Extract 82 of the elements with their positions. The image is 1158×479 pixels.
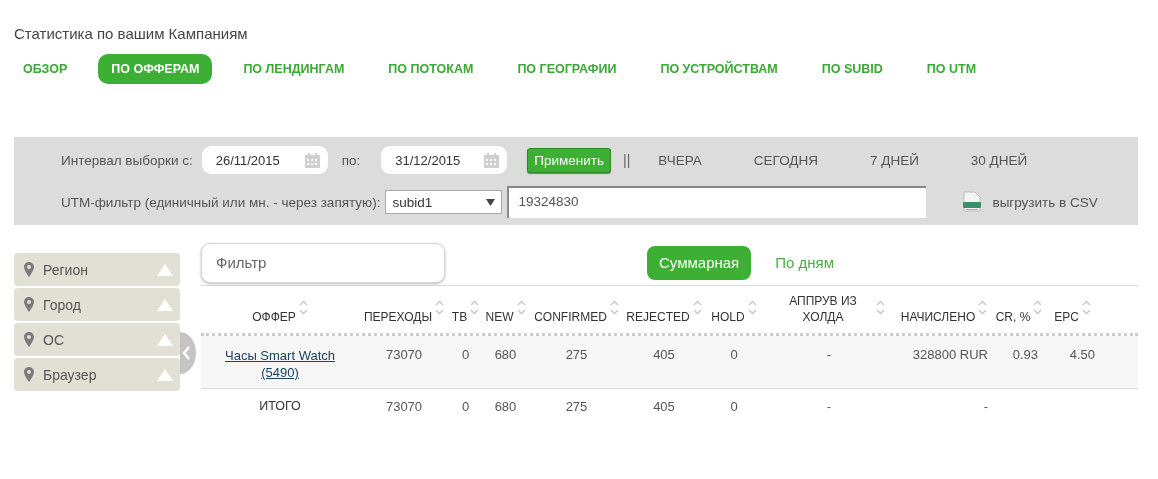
date-from-field[interactable]: 26/11/2015	[201, 146, 328, 174]
filter-field[interactable]: Фильтр	[201, 242, 445, 283]
sort-icon[interactable]	[516, 300, 526, 315]
sort-icon[interactable]	[470, 300, 480, 315]
sidebar-item[interactable]: Город	[14, 288, 180, 321]
pin-icon	[24, 297, 34, 312]
total-cell: 0	[461, 399, 470, 414]
quick-range-link[interactable]: 7 ДНЕЙ	[870, 152, 919, 168]
date-to-field[interactable]: 31/12/2015	[381, 146, 508, 174]
table-cell: 328800 RUR	[912, 347, 988, 362]
tab[interactable]: ОБЗОР	[10, 54, 81, 84]
collapse-icon[interactable]	[157, 263, 173, 276]
total-cell: 680	[494, 399, 517, 414]
quick-range-link[interactable]: 30 ДНЕЙ	[970, 152, 1028, 168]
pin-icon	[24, 332, 34, 347]
sort-icon[interactable]	[609, 300, 619, 315]
sort-icon[interactable]	[876, 300, 885, 315]
sort-icon[interactable]	[1081, 300, 1091, 315]
to-label: по:	[341, 152, 361, 168]
tab[interactable]: ПО ГЕОГРАФИИ	[504, 54, 630, 84]
tab[interactable]: ПО SUBID	[808, 54, 896, 84]
total-cell: -	[983, 399, 988, 414]
collapse-icon[interactable]	[157, 333, 173, 346]
tab[interactable]: ПО ПОТОКАМ	[375, 54, 487, 84]
pin-icon	[24, 367, 34, 382]
table-cell: -	[826, 347, 832, 362]
sidebar-item[interactable]: ОС	[14, 323, 180, 356]
column-header[interactable]: HOLD	[711, 309, 745, 325]
table-cell: 0	[730, 347, 738, 362]
sidebar-item[interactable]: Регион	[14, 253, 180, 286]
total-cell: 73070	[385, 399, 423, 414]
page-title: Статистика по вашим Кампаниям	[14, 25, 249, 44]
view-toggle[interactable]: По дням	[763, 245, 846, 280]
sort-icon[interactable]	[298, 300, 308, 315]
total-cell: 405	[653, 399, 675, 414]
sort-icon[interactable]	[747, 300, 757, 315]
table-cell: 73070	[385, 347, 423, 362]
total-cell: ИТОГО	[259, 399, 301, 413]
dropdown-icon	[486, 198, 496, 206]
column-header[interactable]: НАЧИСЛЕНО	[900, 309, 976, 325]
column-header[interactable]: ТВ	[451, 309, 468, 325]
calendar-icon[interactable]	[303, 151, 321, 169]
tab[interactable]: ПО ЛЕНДИНГАМ	[230, 54, 358, 84]
offer-link[interactable]: Часы Smart Watch (5490)	[225, 347, 335, 381]
sort-icon[interactable]	[978, 300, 988, 315]
sort-icon[interactable]	[1033, 300, 1043, 315]
total-cell: -	[826, 399, 832, 414]
tab[interactable]: ПО УСТРОЙСТВАМ	[647, 54, 791, 84]
utm-select[interactable]: subid1	[385, 190, 503, 214]
column-header[interactable]: EPC	[1054, 309, 1079, 325]
column-header[interactable]: CR, %	[995, 309, 1031, 325]
column-header[interactable]: ОФФЕР	[252, 309, 296, 325]
column-header[interactable]: АППРУВ ИЗ ХОЛДА	[773, 293, 873, 325]
column-header[interactable]: ПЕРЕХОДЫ	[363, 309, 433, 325]
table-cell: 0.93	[1012, 347, 1038, 362]
quick-range-link[interactable]: СЕГОДНЯ	[753, 152, 818, 168]
pin-icon	[24, 262, 34, 277]
sidebar-item[interactable]: Браузер	[14, 358, 180, 391]
collapse-icon[interactable]	[157, 368, 173, 381]
tab[interactable]: ПО UTM	[913, 54, 990, 84]
utm-value-field[interactable]: 19324830	[507, 186, 927, 218]
total-cell: 275	[565, 399, 588, 414]
table-cell: 275	[565, 347, 588, 362]
table-cell: 4.50	[1069, 347, 1095, 362]
csv-file-icon[interactable]	[962, 191, 983, 213]
utm-filter-label: UTM-фильтр (единичный или мн. - через запятую):	[61, 194, 381, 210]
table-cell: 405	[653, 347, 675, 362]
column-header[interactable]: REJECTED	[626, 309, 690, 325]
sort-icon[interactable]	[692, 300, 702, 315]
quick-range-link[interactable]: ВЧЕРА	[658, 152, 702, 168]
interval-label: Интервал выборки с:	[61, 152, 193, 168]
sort-icon[interactable]	[435, 300, 445, 315]
total-cell: 0	[730, 399, 738, 414]
calendar-icon[interactable]	[483, 151, 501, 169]
table-cell: 0	[461, 347, 470, 362]
export-csv-link[interactable]: выгрузить в CSV	[992, 194, 1098, 210]
separator: ||	[623, 152, 631, 168]
column-header[interactable]: NEW	[485, 309, 514, 325]
column-header[interactable]: CONFIRMED	[534, 309, 607, 325]
collapse-sidebar-handle[interactable]	[180, 332, 196, 374]
collapse-icon[interactable]	[157, 298, 173, 311]
table-cell: 680	[494, 347, 517, 362]
